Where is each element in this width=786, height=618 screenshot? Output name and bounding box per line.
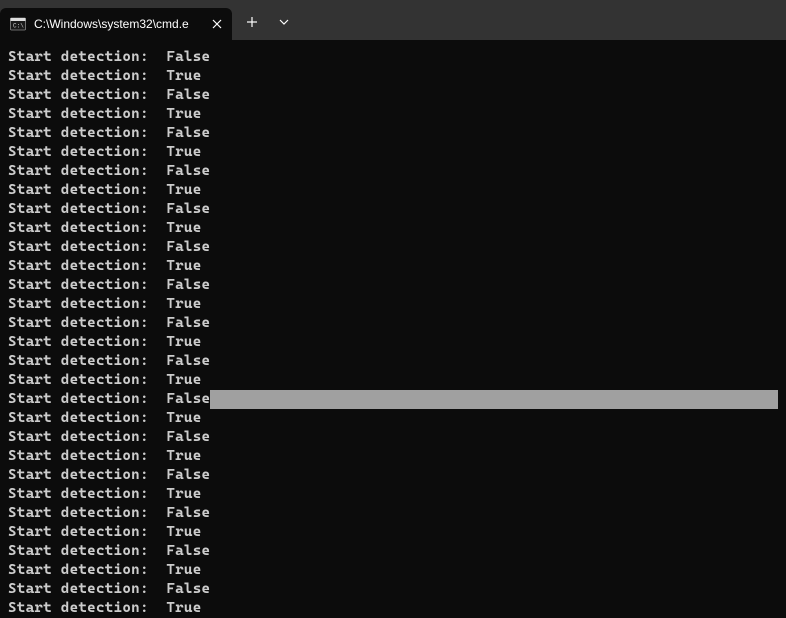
selection-highlight [210, 390, 778, 409]
terminal-line: Start detection: True [8, 409, 778, 428]
terminal-line: Start detection: True [8, 219, 778, 238]
svg-text:C:\: C:\ [13, 23, 24, 30]
terminal-line: Start detection: True [8, 67, 778, 86]
terminal-line: Start detection: False [8, 352, 778, 371]
titlebar-actions [232, 0, 300, 40]
terminal-line: Start detection: True [8, 143, 778, 162]
terminal-line: Start detection: True [8, 257, 778, 276]
terminal-line: Start detection: False [8, 276, 778, 295]
terminal-line: Start detection: True [8, 485, 778, 504]
tab-dropdown-button[interactable] [268, 6, 300, 38]
terminal-line: Start detection: False [8, 124, 778, 143]
terminal-line: Start detection: False [8, 162, 778, 181]
terminal-line: Start detection: False [8, 466, 778, 485]
terminal-line: Start detection: True [8, 447, 778, 466]
terminal-line: Start detection: True [8, 181, 778, 200]
terminal-line: Start detection: True [8, 561, 778, 580]
terminal-output[interactable]: Start detection: FalseStart detection: T… [0, 40, 786, 618]
terminal-line: Start detection: True [8, 523, 778, 542]
window-titlebar: C:\ C:\Windows\system32\cmd.e [0, 0, 786, 40]
terminal-line: Start detection: False [8, 542, 778, 561]
terminal-line: Start detection: True [8, 599, 778, 618]
cmd-icon: C:\ [10, 16, 26, 32]
terminal-line: Start detection: False [8, 238, 778, 257]
terminal-line: Start detection: False [8, 200, 778, 219]
terminal-line: Start detection: False [8, 504, 778, 523]
terminal-tab[interactable]: C:\ C:\Windows\system32\cmd.e [0, 8, 232, 40]
terminal-line: Start detection: True [8, 105, 778, 124]
tab-title: C:\Windows\system32\cmd.e [34, 17, 200, 31]
terminal-line: Start detection: True [8, 333, 778, 352]
terminal-line: Start detection: True [8, 371, 778, 390]
tab-close-button[interactable] [208, 15, 226, 33]
new-tab-button[interactable] [236, 6, 268, 38]
terminal-line: Start detection: False [8, 314, 778, 333]
terminal-line: Start detection: False [8, 428, 778, 447]
terminal-line: Start detection: False [8, 48, 778, 67]
terminal-line: Start detection: False [8, 86, 778, 105]
terminal-line: Start detection: True [8, 295, 778, 314]
terminal-line: Start detection: False [8, 390, 778, 409]
terminal-line: Start detection: False [8, 580, 778, 599]
terminal-text: Start detection: False [8, 390, 210, 409]
